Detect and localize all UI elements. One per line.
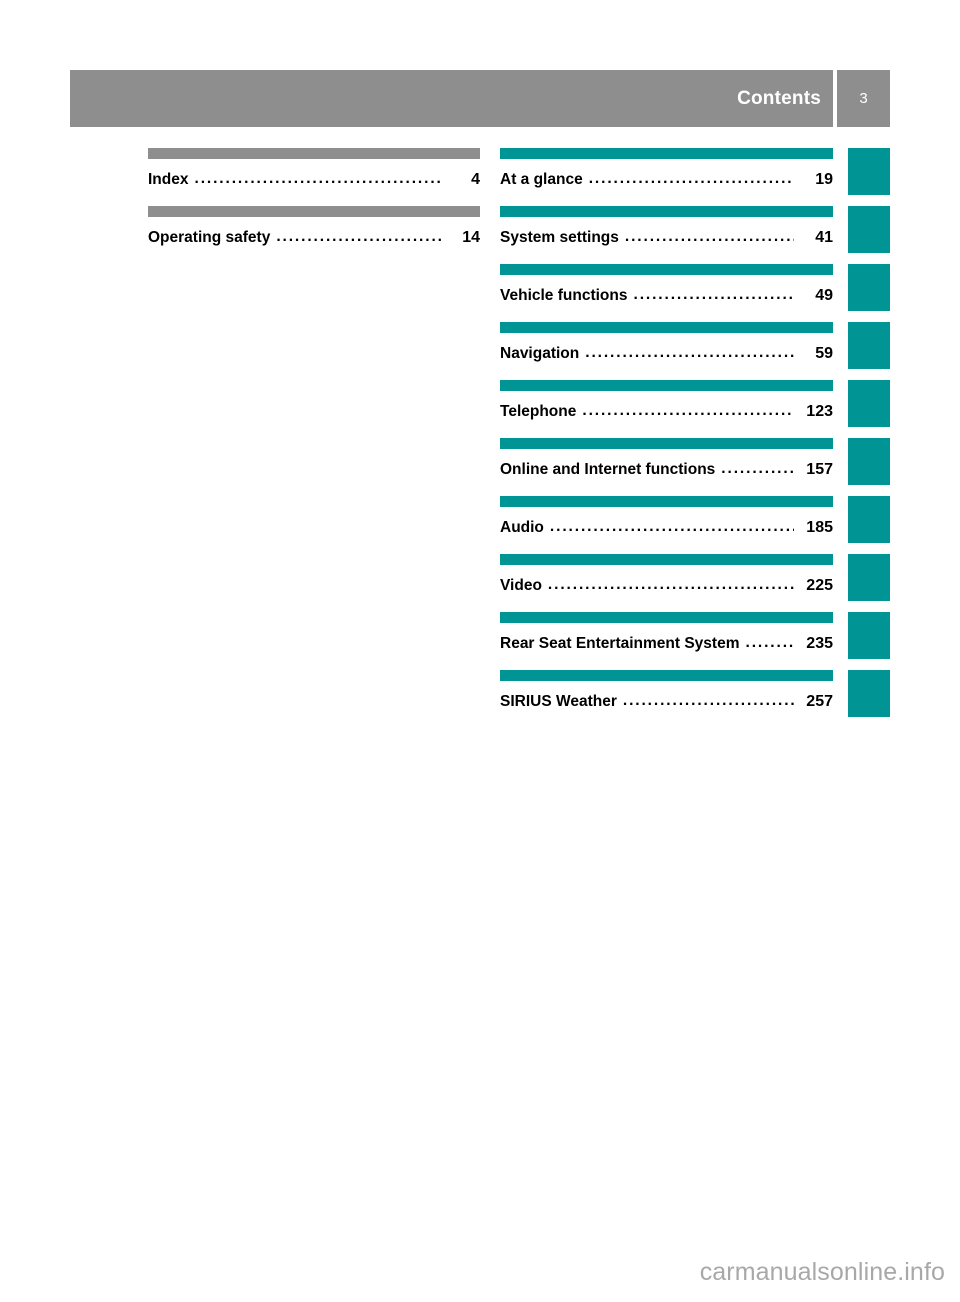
toc-entry-label: Rear Seat Entertainment System bbox=[500, 635, 740, 652]
toc-entry[interactable]: At a glance.............................… bbox=[500, 148, 833, 206]
toc-entry-page-number: 257 bbox=[806, 693, 833, 710]
chapter-tab-marker[interactable] bbox=[848, 496, 890, 543]
chapter-tab-marker[interactable] bbox=[848, 206, 890, 253]
toc-entry[interactable]: Vehicle functions.......................… bbox=[500, 264, 833, 322]
toc-entry-line: Online and Internet functions...........… bbox=[500, 460, 833, 479]
toc-entry-label: System settings bbox=[500, 229, 619, 246]
toc-dot-leader: ........................................… bbox=[582, 402, 794, 419]
toc-dot-leader: ........................................… bbox=[547, 576, 794, 593]
toc-entry-page-number: 19 bbox=[815, 171, 833, 188]
toc-entry-line: Operating safety........................… bbox=[148, 228, 480, 247]
toc-entry[interactable]: System settings.........................… bbox=[500, 206, 833, 264]
chapter-tab-marker[interactable] bbox=[848, 380, 890, 427]
toc-entry[interactable]: Telephone...............................… bbox=[500, 380, 833, 438]
chapter-tab-marker[interactable] bbox=[848, 670, 890, 717]
toc-entry-rule bbox=[500, 496, 833, 507]
toc-column-left: Index...................................… bbox=[148, 148, 480, 264]
page-title: Contents bbox=[737, 87, 821, 109]
toc-entry-rule bbox=[500, 670, 833, 681]
toc-entry-line: Rear Seat Entertainment System..........… bbox=[500, 634, 833, 653]
toc-entry-rule bbox=[500, 612, 833, 623]
toc-entry-page-number: 4 bbox=[471, 171, 480, 188]
toc-entry-page-number: 157 bbox=[806, 461, 833, 478]
toc-entry-label: At a glance bbox=[500, 171, 583, 188]
toc-entry-line: Video...................................… bbox=[500, 576, 833, 595]
toc-entry-line: SIRIUS Weather..........................… bbox=[500, 692, 833, 711]
toc-entry-line: Navigation..............................… bbox=[500, 344, 833, 363]
toc-entry-label: Vehicle functions bbox=[500, 287, 628, 304]
toc-entry[interactable]: Rear Seat Entertainment System..........… bbox=[500, 612, 833, 670]
toc-entry[interactable]: Video...................................… bbox=[500, 554, 833, 612]
toc-entry-page-number: 49 bbox=[815, 287, 833, 304]
toc-dot-leader: ........................................… bbox=[633, 286, 794, 303]
chapter-tab-marker[interactable] bbox=[848, 554, 890, 601]
toc-entry-label: Video bbox=[500, 577, 542, 594]
chapter-tab-marker[interactable] bbox=[848, 264, 890, 311]
page-number: 3 bbox=[859, 90, 868, 107]
toc-entry-page-number: 185 bbox=[806, 519, 833, 536]
toc-entry[interactable]: Operating safety........................… bbox=[148, 206, 480, 264]
toc-entry[interactable]: SIRIUS Weather..........................… bbox=[500, 670, 833, 728]
toc-entry-label: Audio bbox=[500, 519, 544, 536]
toc-entry-line: Vehicle functions.......................… bbox=[500, 286, 833, 305]
toc-entry-rule bbox=[500, 554, 833, 565]
toc-entry-line: Audio...................................… bbox=[500, 518, 833, 537]
chapter-tab-marker[interactable] bbox=[848, 148, 890, 195]
toc-dot-leader: ........................................… bbox=[194, 170, 441, 187]
toc-entry-page-number: 225 bbox=[806, 577, 833, 594]
toc-entry-line: System settings.........................… bbox=[500, 228, 833, 247]
page-header: Contents 3 bbox=[70, 70, 890, 127]
toc-entry-page-number: 41 bbox=[815, 229, 833, 246]
chapter-tab-marker[interactable] bbox=[848, 322, 890, 369]
toc-entry-page-number: 59 bbox=[815, 345, 833, 362]
toc-entry-label: Operating safety bbox=[148, 229, 271, 246]
toc-dot-leader: ........................................… bbox=[549, 518, 794, 535]
toc-entry-page-number: 235 bbox=[806, 635, 833, 652]
toc-entry-label: Telephone bbox=[500, 403, 577, 420]
footer-watermark: carmanualsonline.info bbox=[699, 1258, 945, 1286]
toc-entry[interactable]: Index...................................… bbox=[148, 148, 480, 206]
toc-entry-line: Index...................................… bbox=[148, 170, 480, 189]
toc-entry-rule bbox=[500, 264, 833, 275]
toc-dot-leader: ........................................… bbox=[276, 228, 441, 245]
chapter-tab-markers bbox=[848, 148, 890, 728]
toc-entry-rule bbox=[148, 148, 480, 159]
chapter-tab-marker[interactable] bbox=[848, 438, 890, 485]
toc-entry-label: Navigation bbox=[500, 345, 580, 362]
toc-entry[interactable]: Audio...................................… bbox=[500, 496, 833, 554]
toc-entry-rule bbox=[500, 206, 833, 217]
toc-dot-leader: ........................................… bbox=[624, 228, 794, 245]
toc-dot-leader: ........................................… bbox=[588, 170, 794, 187]
toc-entry-rule bbox=[148, 206, 480, 217]
toc-dot-leader: ........................................… bbox=[721, 460, 794, 477]
toc-dot-leader: ........................................… bbox=[585, 344, 794, 361]
toc-dot-leader: ........................................… bbox=[622, 692, 794, 709]
toc-entry-page-number: 14 bbox=[462, 229, 480, 246]
chapter-tab-marker[interactable] bbox=[848, 612, 890, 659]
toc-entry-rule bbox=[500, 148, 833, 159]
toc-entry-line: Telephone...............................… bbox=[500, 402, 833, 421]
toc-entry-page-number: 123 bbox=[806, 403, 833, 420]
toc-dot-leader: ........................................… bbox=[745, 634, 794, 651]
toc-entry-line: At a glance.............................… bbox=[500, 170, 833, 189]
toc-entry-rule bbox=[500, 322, 833, 333]
toc-entry-label: Online and Internet functions bbox=[500, 461, 716, 478]
toc-entry-rule bbox=[500, 380, 833, 391]
toc-entry-rule bbox=[500, 438, 833, 449]
header-page-block: 3 bbox=[837, 70, 890, 127]
toc-entry-label: SIRIUS Weather bbox=[500, 693, 617, 710]
toc-column-right: At a glance.............................… bbox=[500, 148, 833, 728]
toc-entry[interactable]: Navigation..............................… bbox=[500, 322, 833, 380]
header-title-block: Contents bbox=[70, 70, 833, 127]
toc-entry-label: Index bbox=[148, 171, 189, 188]
toc-entry[interactable]: Online and Internet functions...........… bbox=[500, 438, 833, 496]
